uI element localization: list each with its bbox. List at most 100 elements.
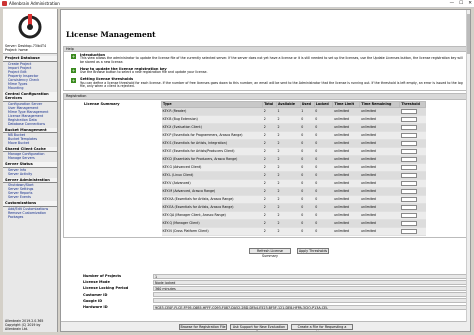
create-license-request-file-button[interactable]: Create a File for Requesting a License [291,324,353,331]
maximize-button[interactable]: ☐ [459,1,463,7]
threshold-input[interactable] [400,156,417,162]
threshold-input[interactable] [400,220,417,226]
table-cell: 2 [276,115,301,124]
nav-item[interactable]: Server Activity [3,172,57,176]
threshold-input[interactable] [400,124,417,130]
table-cell: unlimited [332,139,360,148]
help-list: + Introduction This view allows the admi… [64,52,467,90]
table-cell: KEY-G (Advanced Client) [161,163,263,172]
minimize-button[interactable]: — [450,1,455,7]
nav-item[interactable]: Remove Customization Packages [3,211,57,219]
info-label: Hardware ID [83,305,108,310]
table-cell: unlimited [359,147,400,156]
threshold-input[interactable] [400,228,417,234]
threshold-cell [399,187,426,196]
threshold-cell [399,147,426,156]
apply-thresholds-button[interactable]: Apply Thresholds [297,248,329,254]
nav-item[interactable]: Manage Servers [3,156,57,160]
table-cell: unlimited [359,211,400,220]
info-icon[interactable]: + [71,78,76,84]
table-row: KEY-S (Essentials for Artists, Integrati… [161,139,426,148]
table-cell: 0 [314,195,333,204]
table-cell: 2 [276,123,301,132]
window-title: Allenbrain Administration [9,1,60,6]
table-cell: unlimited [359,131,400,140]
table-row: KEY-EA (Essentials for Artists, Arasco R… [161,203,426,212]
table-row: KEY-R (Reader) 2 1 1 0 unlimited unlimited [161,107,426,116]
table-cell: 0 [300,203,315,212]
info-icon[interactable]: + [71,68,76,74]
nav-item[interactable]: Server Events [3,195,57,199]
table-cell: 2 [276,195,301,204]
table-cell: KEY-QA (Manager Client, Arasco Range) [161,211,263,220]
table-row: KEY-N (Cross Platform Client) 2 2 0 0 unlimit… [161,227,426,236]
threshold-input[interactable] [400,116,417,122]
table-cell: 2 [262,115,277,124]
table-cell: 2 [262,219,277,228]
info-row: Hardware ID 9C83-CE0F-FLCE-FF95-C6B5-HFF… [83,304,468,310]
app-icon [2,1,7,6]
table-cell: 2 [276,171,301,180]
table-cell: 2 [262,227,277,236]
threshold-input[interactable] [400,148,417,154]
table-cell: unlimited [332,227,360,236]
table-cell: 2 [262,211,277,220]
table-cell: 0 [300,227,315,236]
threshold-cell [399,179,426,188]
table-cell: unlimited [359,227,400,236]
threshold-input[interactable] [400,212,417,218]
threshold-input[interactable] [400,180,417,186]
table-row: KEY-E (Essentials for Artists/Producers … [161,147,426,156]
nav-section: Bucket Management NB Bucket Bucket Templat… [3,127,57,145]
table-cell: 0 [314,107,333,116]
table-cell: unlimited [332,179,360,188]
table-cell: 0 [314,115,333,124]
table-cell: 0 [314,227,333,236]
table-row: KEY-G (Advanced Client) 2 2 0 0 unlimited unli… [161,163,426,172]
table-cell: 0 [300,211,315,220]
table-cell: 0 [314,219,333,228]
nav-section: Customizations Add/Edit Customizations Rem… [3,201,57,219]
threshold-input[interactable] [400,204,417,210]
table-cell: KEY-P (Essentials for Programmers, Arasc… [161,131,263,140]
nav-item[interactable]: Database Connections [3,122,57,126]
table-cell: KEY-N (Cross Platform Client) [161,227,263,236]
table-cell: KEY-EA (Essentials for Artists, Arasco R… [161,203,263,212]
browse-registration-file-button[interactable]: Browse for Registration File [179,324,227,330]
table-cell: 2 [262,195,277,204]
table-cell: KEY-R (Reader) [161,107,263,116]
table-cell: KEY-Q (Manager Client) [161,219,263,228]
threshold-cell [399,227,426,236]
table-row: KEY-V (Advanced) 2 2 0 0 unlimited unlimited [161,179,426,188]
table-cell: unlimited [359,195,400,204]
info-label: Customer ID [83,292,108,297]
refresh-license-summary-button[interactable]: Refresh License Summary [249,248,291,258]
table-cell: 2 [276,203,301,212]
close-button[interactable]: ✕ [468,1,472,7]
table-cell: KEY-D (Essentials for Producers, Arasco … [161,155,263,164]
scrollbar-thumb[interactable] [467,14,470,54]
ask-support-evaluation-key-button[interactable]: Ask Support for New Evaluation Key [230,324,288,331]
threshold-input[interactable] [400,140,417,146]
threshold-input[interactable] [400,172,417,178]
info-label: Number of Projects [83,274,122,279]
threshold-cell [399,155,426,164]
threshold-input[interactable] [400,132,417,138]
threshold-input[interactable] [400,164,417,170]
table-cell: 0 [314,187,333,196]
threshold-cell [399,203,426,212]
threshold-input[interactable] [400,196,417,202]
info-icon[interactable]: + [71,54,76,60]
nav-item[interactable]: Mounting [3,86,57,90]
table-cell: 2 [262,179,277,188]
threshold-cell [399,139,426,148]
table-cell: unlimited [359,187,400,196]
threshold-input[interactable] [400,188,417,194]
nav-item[interactable]: Move Bucket [3,141,57,145]
threshold-input[interactable] [400,108,417,114]
table-cell: 2 [276,155,301,164]
info-label: License Locking Period [83,286,129,291]
table-row: KEY-L (Linux Client) 2 2 0 0 unlimited unlimit… [161,171,426,180]
vertical-scrollbar[interactable] [466,10,470,322]
bottom-bar: Browse for Registration File Ask Support… [61,321,470,331]
